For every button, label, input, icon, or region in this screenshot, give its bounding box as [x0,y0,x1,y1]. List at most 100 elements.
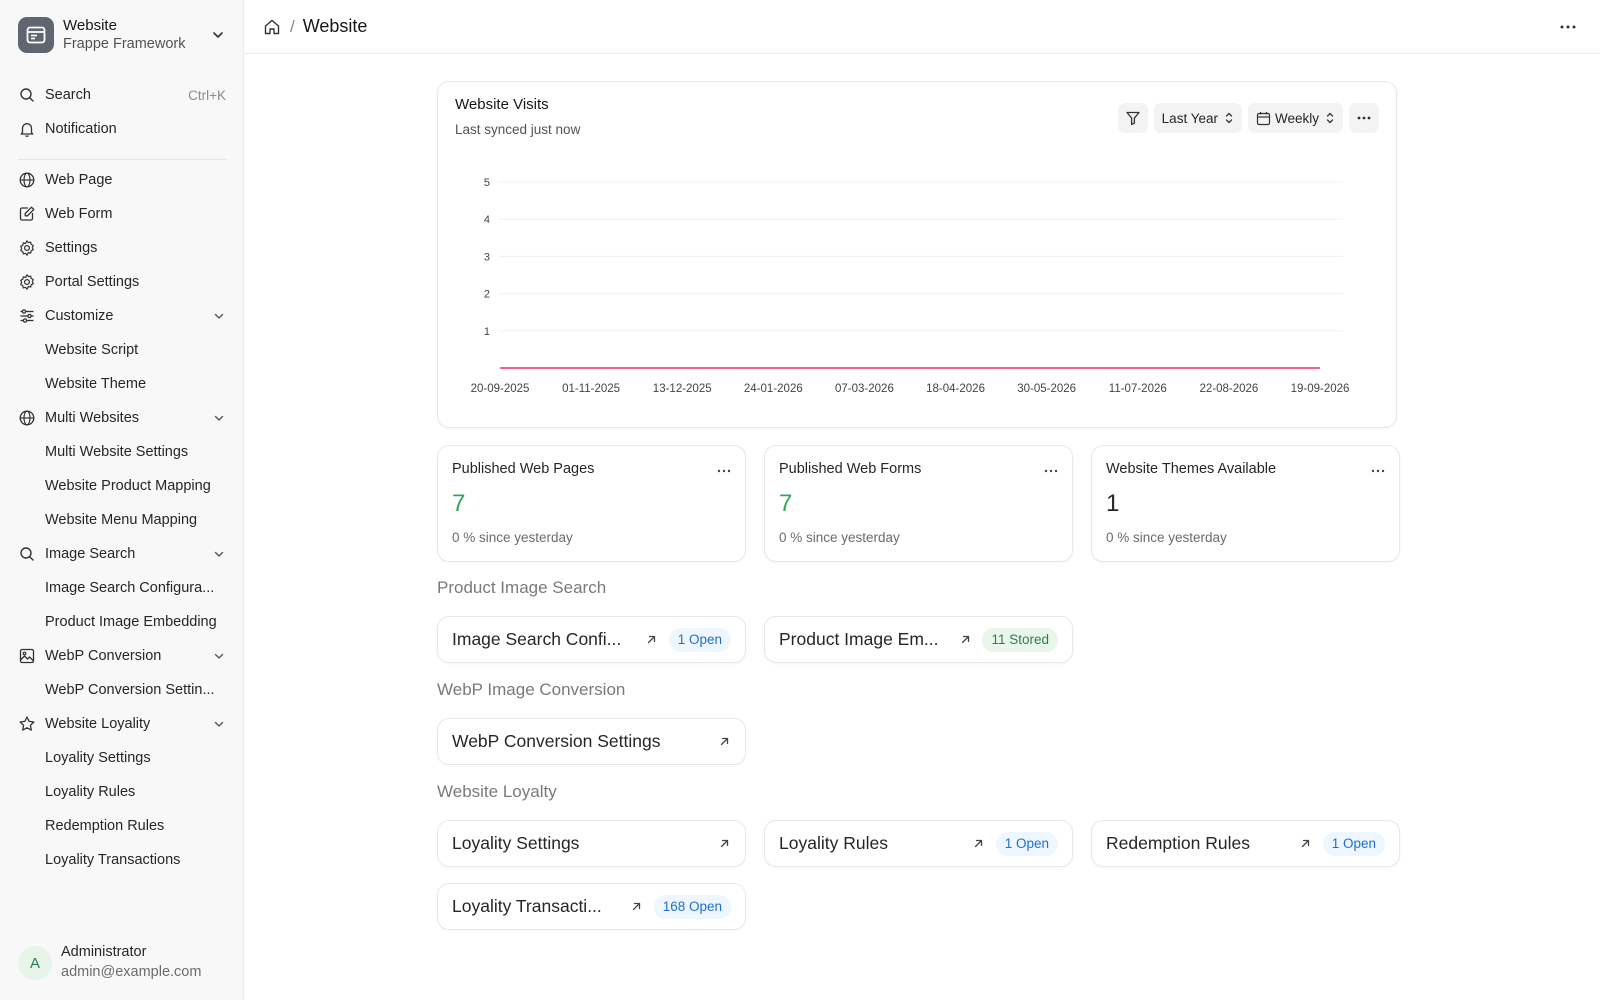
search-icon [18,545,36,563]
more-options-icon[interactable] [1554,13,1582,41]
sidebar: Website Frappe Framework Search Ctrl+K Not… [0,0,244,1000]
sidebar-item-website-product-mapping[interactable]: Website Product Mapping [10,469,234,503]
x-tick-label: 20-09-2025 [471,383,530,395]
sidebar-item-loyality-transactions[interactable]: Loyality Transactions [10,843,234,877]
y-tick-label: 2 [484,289,490,301]
sliders-icon [18,307,36,325]
arrow-up-right-icon [972,837,986,851]
stat-title: Published Web Pages [452,461,595,477]
sidebar-item-webp-conversion-settings[interactable]: WebP Conversion Settin... [10,673,234,707]
page-title[interactable]: Website [303,16,368,37]
sidebar-item-website-menu-mapping[interactable]: Website Menu Mapping [10,503,234,537]
sidebar-item-web-form[interactable]: Web Form [10,197,234,231]
sidebar-item-portal-settings[interactable]: Portal Settings [10,265,234,299]
gear-icon [18,273,36,291]
sidebar-item-label: WebP Conversion Settin... [45,682,215,698]
y-tick-label: 3 [484,251,490,263]
section-title-product-image-search: Product Image Search [437,578,607,597]
stat-card-website-themes-available[interactable]: Website Themes Available 1 0 % since yeste… [1091,445,1400,562]
page-header: / Website [244,0,1600,54]
search-icon [18,86,36,104]
section-title-webp-image-conversion: WebP Image Conversion [437,680,626,699]
sidebar-item-label: Notification [45,121,117,137]
shortcut-label: Loyality Transacti... [452,896,602,916]
sidebar-item-label: Image Search Configura... [45,580,215,596]
sidebar-item-loyality-rules[interactable]: Loyality Rules [10,775,234,809]
x-tick-label: 19-09-2026 [1291,383,1350,395]
sidebar-item-label: Web Form [45,206,113,222]
sidebar-item-label: Web Page [45,172,113,188]
shortcut-card-loyality-transactions[interactable]: Loyality Transacti... 168 Open [437,883,746,930]
app-name: Website [63,16,117,34]
stat-card-published-web-forms[interactable]: Published Web Forms 7 0 % since yesterday [764,445,1073,562]
arrow-up-right-icon [717,735,731,749]
sidebar-item-label: Website Menu Mapping [45,512,198,528]
sidebar-item-web-page[interactable]: Web Page [10,163,234,197]
sidebar-item-label: Portal Settings [45,274,140,290]
chevron-down-icon [213,32,223,38]
sidebar-item-label: Loyality Rules [45,784,136,800]
form-edit-icon [18,205,36,223]
sidebar-item-label: Multi Website Settings [45,444,189,460]
star-icon [18,715,36,733]
shortcut-card-image-search-config[interactable]: Image Search Confi... 1 Open [437,616,746,663]
shortcut-label: Image Search Confi... [452,629,622,649]
more-options-icon[interactable] [715,462,733,480]
sidebar-item-image-search-configuration[interactable]: Image Search Configura... [10,571,234,605]
shortcut-card-redemption-rules[interactable]: Redemption Rules 1 Open [1091,820,1400,867]
sidebar-item-website-loyality[interactable]: Website Loyality [10,707,234,741]
user-menu[interactable]: A Administrator admin@example.com [10,940,234,986]
chevron-down-icon[interactable] [212,411,226,425]
x-tick-label: 18-04-2026 [926,383,985,395]
sidebar-item-product-image-embedding[interactable]: Product Image Embedding [10,605,234,639]
more-options-icon[interactable] [1042,462,1060,480]
home-icon[interactable] [262,17,282,37]
sidebar-item-webp-conversion[interactable]: WebP Conversion [10,639,234,673]
more-options-icon[interactable] [1369,462,1387,480]
stat-delta: 0 % since yesterday [779,530,900,545]
x-tick-label: 24-01-2026 [744,383,803,395]
sidebar-item-multi-website-settings[interactable]: Multi Website Settings [10,435,234,469]
sidebar-item-label: Loyality Settings [45,750,151,766]
sidebar-item-image-search[interactable]: Image Search [10,537,234,571]
shortcut-card-loyality-settings[interactable]: Loyality Settings [437,820,746,867]
sidebar-item-customize[interactable]: Customize [10,299,234,333]
shortcut-hint: Ctrl+K [188,87,226,103]
stat-card-published-web-pages[interactable]: Published Web Pages 7 0 % since yesterday [437,445,746,562]
shortcut-label: Loyality Settings [452,833,580,853]
chevron-down-icon[interactable] [212,717,226,731]
arrow-up-right-icon [1299,837,1313,851]
app-subtitle: Frappe Framework [63,36,186,53]
x-tick-label: 11-07-2026 [1109,383,1167,395]
stat-delta: 0 % since yesterday [1106,530,1227,545]
shortcut-label: WebP Conversion Settings [452,731,661,751]
shortcut-card-loyality-rules[interactable]: Loyality Rules 1 Open [764,820,1073,867]
count-badge: 11 Stored [982,627,1058,652]
globe-icon [18,409,36,427]
x-tick-label: 22-08-2026 [1199,383,1258,395]
count-badge: 1 Open [1322,831,1385,856]
shortcut-card-product-image-embedding[interactable]: Product Image Em... 11 Stored [764,616,1073,663]
website-visits-chart-card: Website Visits Last synced just now Last… [437,81,1397,428]
sidebar-item-multi-websites[interactable]: Multi Websites [10,401,234,435]
chevron-down-icon[interactable] [212,547,226,561]
sidebar-item-website-theme[interactable]: Website Theme [10,367,234,401]
sidebar-item-notification[interactable]: Notification [10,112,234,146]
globe-icon [18,171,36,189]
app-switcher[interactable]: Website Frappe Framework [10,10,234,60]
arrow-up-right-icon [630,900,644,914]
bell-icon [18,120,36,138]
chevron-down-icon[interactable] [212,649,226,663]
sidebar-item-label: Multi Websites [45,410,140,426]
stat-title: Website Themes Available [1106,461,1277,477]
sidebar-item-settings[interactable]: Settings [10,231,234,265]
sidebar-item-website-script[interactable]: Website Script [10,333,234,367]
x-tick-label: 07-03-2026 [835,383,894,395]
chevron-down-icon[interactable] [212,309,226,323]
sidebar-item-redemption-rules[interactable]: Redemption Rules [10,809,234,843]
sidebar-divider [18,159,226,160]
sidebar-item-loyality-settings[interactable]: Loyality Settings [10,741,234,775]
shortcut-card-webp-conversion-settings[interactable]: WebP Conversion Settings [437,718,746,765]
section-title-website-loyalty: Website Loyalty [437,782,557,801]
sidebar-item-search[interactable]: Search Ctrl+K [10,78,234,112]
